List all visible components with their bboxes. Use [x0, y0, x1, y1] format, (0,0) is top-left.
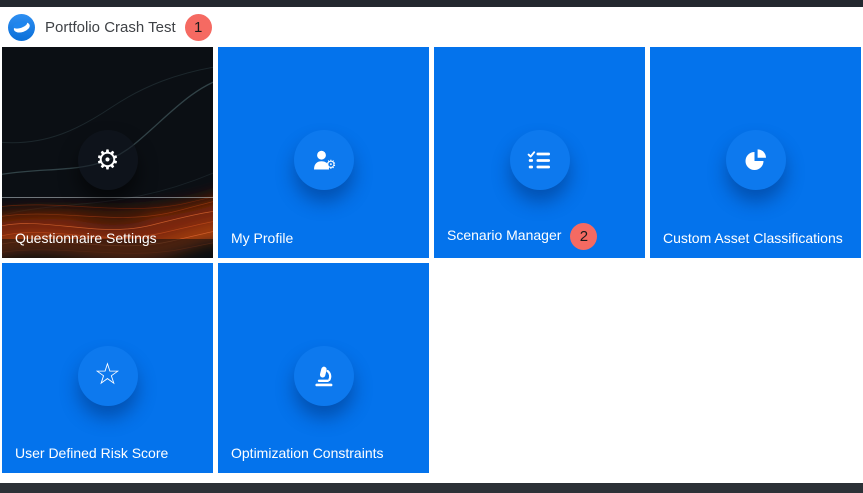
- tile-label: My Profile: [231, 230, 293, 246]
- tile-label: Custom Asset Classifications: [663, 230, 843, 246]
- questionnaire-settings-button[interactable]: ⚙: [78, 130, 138, 190]
- optimization-constraints-button[interactable]: [294, 346, 354, 406]
- tile-questionnaire-settings[interactable]: ⚙ Questionnaire Settings: [2, 47, 213, 258]
- tile-label: User Defined Risk Score: [15, 445, 168, 461]
- custom-asset-classifications-button[interactable]: [726, 130, 786, 190]
- annotation-badge-2: 2: [570, 223, 597, 250]
- tile-user-defined-risk-score[interactable]: ☆ User Defined Risk Score: [2, 263, 213, 473]
- tile-label-text: Questionnaire Settings: [15, 230, 157, 246]
- gear-icon: ⚙: [95, 147, 119, 174]
- list-check-icon: [527, 150, 552, 171]
- tile-label: Optimization Constraints: [231, 445, 384, 461]
- app-header: Portfolio Crash Test 1: [0, 7, 863, 47]
- tile-custom-asset-classifications[interactable]: Custom Asset Classifications: [650, 47, 861, 258]
- settings-tile-grid: ⚙ Questionnaire Settings ⚙ My Profile: [2, 47, 861, 473]
- user-defined-risk-score-button[interactable]: ☆: [78, 346, 138, 406]
- annotation-badge-1: 1: [185, 14, 212, 41]
- app-logo-icon: [8, 14, 35, 41]
- tile-label-text: Custom Asset Classifications: [663, 230, 843, 246]
- star-outline-icon: ☆: [94, 360, 121, 390]
- tile-label-text: User Defined Risk Score: [15, 445, 168, 461]
- user-gear-icon: ⚙: [311, 149, 337, 172]
- tile-label-text: My Profile: [231, 230, 293, 246]
- tile-label-text: Optimization Constraints: [231, 445, 384, 461]
- svg-text:⚙: ⚙: [325, 157, 336, 171]
- tile-label-text: Scenario Manager: [447, 227, 561, 243]
- window-top-bar: [0, 0, 863, 7]
- tile-scenario-manager[interactable]: Scenario Manager 2: [434, 47, 645, 258]
- page-title: Portfolio Crash Test: [45, 19, 176, 36]
- tile-label: Questionnaire Settings: [15, 230, 157, 246]
- scenario-manager-button[interactable]: [510, 130, 570, 190]
- tile-label: Scenario Manager 2: [447, 223, 597, 246]
- tile-optimization-constraints[interactable]: Optimization Constraints: [218, 263, 429, 473]
- pie-chart-icon: [744, 148, 768, 172]
- my-profile-button[interactable]: ⚙: [294, 130, 354, 190]
- microscope-icon: [312, 365, 336, 388]
- tile-my-profile[interactable]: ⚙ My Profile: [218, 47, 429, 258]
- window-bottom-bar: [0, 483, 863, 493]
